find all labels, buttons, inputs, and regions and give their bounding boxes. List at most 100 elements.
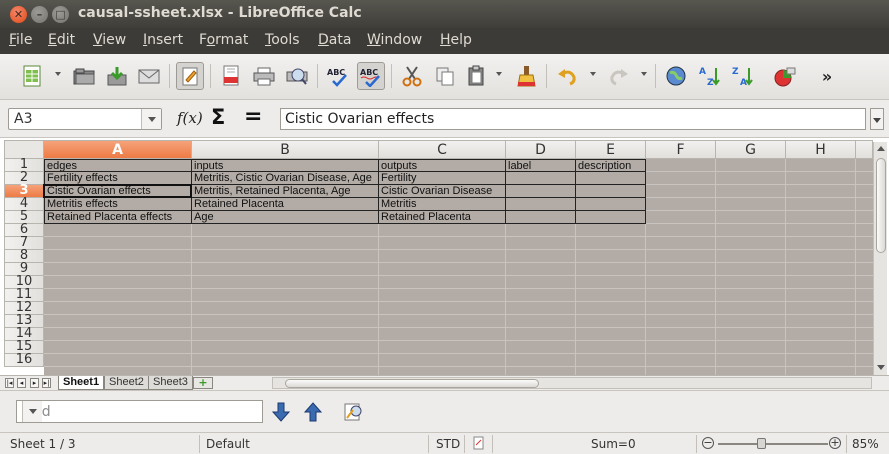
undo-dropdown-icon[interactable] — [590, 72, 596, 76]
name-box-dropdown-icon[interactable] — [141, 109, 161, 129]
cell-b3[interactable]: Metritis, Retained Placenta, Age — [192, 185, 379, 198]
cell-c3[interactable]: Cistic Ovarian Disease — [379, 185, 506, 198]
find-next-button[interactable] — [269, 400, 293, 424]
autospellcheck-button[interactable]: ABC — [357, 62, 385, 90]
navigator-button[interactable] — [662, 62, 690, 90]
column-header-h[interactable]: H — [786, 140, 856, 159]
close-window-button[interactable]: ✕ — [10, 6, 27, 23]
undo-button[interactable] — [553, 62, 581, 90]
export-pdf-button[interactable] — [217, 62, 245, 90]
row-header-16[interactable]: 16 — [4, 353, 44, 367]
menu-insert[interactable]: Insert — [143, 32, 183, 48]
cells-area[interactable]: edges inputs outputs label description Fertil… — [43, 159, 873, 375]
cell-b2[interactable]: Metritis, Cistic Ovarian Disease, Age — [192, 172, 379, 185]
cell-c2[interactable]: Fertility — [379, 172, 506, 185]
column-header-d[interactable]: D — [506, 140, 576, 159]
last-sheet-button[interactable]: ▸| — [42, 378, 51, 388]
edit-mode-button[interactable] — [176, 62, 204, 90]
new-spreadsheet-button[interactable] — [18, 62, 46, 90]
copy-button[interactable] — [431, 62, 459, 90]
toolbar-overflow-button[interactable]: » — [813, 62, 841, 90]
function-wizard-button[interactable]: f(x) — [177, 109, 203, 127]
cell-e1[interactable]: description — [576, 159, 646, 172]
menu-format[interactable]: Format — [199, 32, 248, 48]
zoom-level[interactable]: 85% — [852, 437, 879, 451]
function-button[interactable]: = — [244, 104, 262, 129]
insert-chart-button[interactable] — [771, 62, 799, 90]
formula-input[interactable]: Cistic Ovarian effects — [280, 108, 866, 130]
cell-c1[interactable]: outputs — [379, 159, 506, 172]
clone-formatting-button[interactable] — [512, 62, 540, 90]
add-sheet-button[interactable]: + — [193, 377, 213, 389]
first-sheet-button[interactable]: |◂ — [5, 378, 14, 388]
maximize-window-button[interactable]: □ — [52, 6, 69, 23]
email-button[interactable] — [135, 62, 163, 90]
horizontal-scrollbar[interactable] — [272, 377, 872, 389]
vertical-scrollbar[interactable] — [873, 142, 887, 375]
cell-a4[interactable]: Metritis effects — [44, 198, 192, 211]
sheet-tab-sheet2[interactable]: Sheet2 — [104, 376, 149, 390]
cut-button[interactable] — [398, 62, 426, 90]
column-header-f[interactable]: F — [646, 140, 716, 159]
column-header-b[interactable]: B — [192, 140, 379, 159]
find-history-dropdown-icon[interactable] — [22, 401, 42, 422]
menu-window[interactable]: Window — [367, 32, 422, 48]
paste-dropdown-icon[interactable] — [496, 72, 502, 76]
previous-sheet-button[interactable]: ◂ — [17, 378, 26, 388]
name-box[interactable]: A3 — [8, 108, 162, 130]
cell-e3[interactable] — [576, 185, 646, 198]
cell-d1[interactable]: label — [506, 159, 576, 172]
cell-e2[interactable] — [576, 172, 646, 185]
minimize-window-button[interactable]: – — [31, 6, 48, 23]
cell-c4[interactable]: Metritis — [379, 198, 506, 211]
column-header-partial[interactable] — [856, 140, 873, 159]
column-header-g[interactable]: G — [716, 140, 786, 159]
menu-view[interactable]: View — [93, 32, 126, 48]
cell-b4[interactable]: Retained Placenta — [192, 198, 379, 211]
cell-a5[interactable]: Retained Placenta effects — [44, 211, 192, 224]
menu-help[interactable]: Help — [440, 32, 472, 48]
column-header-e[interactable]: E — [576, 140, 646, 159]
vertical-scroll-thumb[interactable] — [876, 158, 886, 253]
cell-a1[interactable]: edges — [44, 159, 192, 172]
expand-formula-bar-button[interactable] — [870, 108, 884, 130]
menu-data[interactable]: Data — [318, 32, 351, 48]
cell-b1[interactable]: inputs — [192, 159, 379, 172]
cell-b5[interactable]: Age — [192, 211, 379, 224]
zoom-in-button[interactable]: + — [829, 437, 841, 449]
menu-tools[interactable]: Tools — [265, 32, 300, 48]
print-button[interactable] — [250, 62, 278, 90]
column-header-c[interactable]: C — [379, 140, 506, 159]
find-input[interactable]: Find — [16, 400, 263, 423]
menu-file[interactable]: File — [9, 32, 32, 48]
print-preview-button[interactable] — [283, 62, 311, 90]
zoom-out-button[interactable]: − — [702, 437, 714, 449]
paste-button[interactable] — [463, 62, 491, 90]
sum-display[interactable]: Sum=0 — [591, 437, 636, 451]
open-button[interactable] — [70, 62, 98, 90]
menu-edit[interactable]: Edit — [48, 32, 75, 48]
sheet-tab-sheet3[interactable]: Sheet3 — [148, 376, 193, 390]
column-header-a[interactable]: A — [44, 140, 192, 159]
cell-c5[interactable]: Retained Placenta — [379, 211, 506, 224]
cell-d2[interactable] — [506, 172, 576, 185]
next-sheet-button[interactable]: ▸ — [30, 378, 39, 388]
cell-d5[interactable] — [506, 211, 576, 224]
horizontal-scroll-thumb[interactable] — [285, 379, 539, 388]
redo-button[interactable] — [605, 62, 633, 90]
selection-mode[interactable]: STD — [436, 437, 460, 451]
sort-ascending-button[interactable]: AZ — [696, 62, 724, 90]
scroll-up-icon[interactable] — [877, 146, 885, 151]
sheet-tab-sheet1[interactable]: Sheet1 — [58, 376, 105, 390]
cell-e5[interactable] — [576, 211, 646, 224]
cell-e4[interactable] — [576, 198, 646, 211]
sum-button[interactable]: Σ — [211, 105, 225, 129]
find-replace-button[interactable] — [342, 400, 366, 424]
sort-descending-button[interactable]: ZA — [729, 62, 757, 90]
find-previous-button[interactable] — [301, 400, 325, 424]
scroll-down-icon[interactable] — [877, 365, 885, 370]
save-button[interactable] — [103, 62, 131, 90]
cell-d3[interactable] — [506, 185, 576, 198]
new-dropdown-icon[interactable] — [55, 72, 61, 76]
page-style[interactable]: Default — [206, 437, 250, 451]
